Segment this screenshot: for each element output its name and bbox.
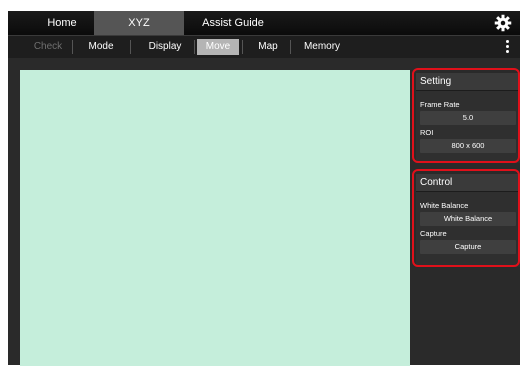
divider <box>290 40 291 54</box>
tab-assist-guide[interactable]: Assist Guide <box>188 11 278 35</box>
gear-icon[interactable] <box>494 14 512 32</box>
subtab-map[interactable]: Map <box>248 39 288 55</box>
app-window: Home XYZ Assist Guide Check Mode Display… <box>8 11 520 366</box>
divider <box>242 40 243 54</box>
sub-navigation-bar: Check Mode Display Move Map Memory <box>8 35 520 58</box>
setting-highlight-box <box>412 68 520 163</box>
top-navigation-bar: Home XYZ Assist Guide <box>8 11 520 35</box>
divider <box>194 40 195 54</box>
tab-home[interactable]: Home <box>33 11 91 35</box>
kebab-menu-icon[interactable] <box>506 40 510 54</box>
subtab-memory[interactable]: Memory <box>296 39 348 55</box>
subtab-mode[interactable]: Mode <box>80 39 122 55</box>
camera-view[interactable] <box>20 70 410 366</box>
control-highlight-box <box>412 169 520 267</box>
divider <box>130 40 131 54</box>
tab-xyz[interactable]: XYZ <box>94 11 184 35</box>
divider <box>72 40 73 54</box>
subtab-check: Check <box>33 41 63 52</box>
subtab-display[interactable]: Display <box>138 39 192 55</box>
subtab-move[interactable]: Move <box>197 39 239 55</box>
